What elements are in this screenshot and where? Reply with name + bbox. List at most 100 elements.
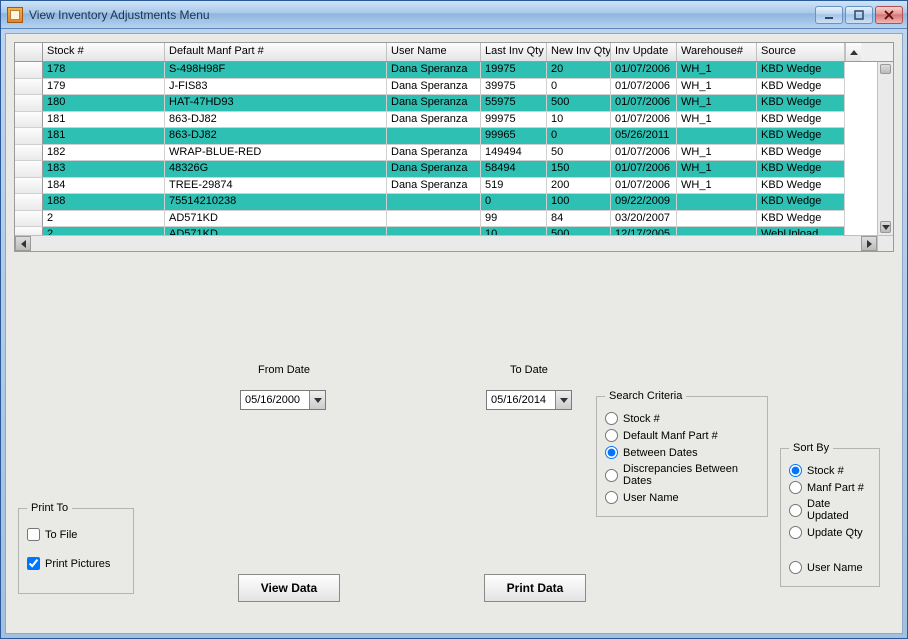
view-data-button[interactable]: View Data: [238, 574, 340, 602]
row-header[interactable]: [15, 194, 43, 211]
search-radio[interactable]: [605, 429, 618, 442]
cell[interactable]: 179: [43, 79, 165, 96]
cell[interactable]: 48326G: [165, 161, 387, 178]
cell[interactable]: 01/07/2006: [611, 161, 677, 178]
cell[interactable]: [387, 128, 481, 145]
grid-hscroll[interactable]: [15, 235, 893, 251]
cell[interactable]: 181: [43, 128, 165, 145]
col-user[interactable]: User Name: [387, 43, 481, 61]
sort-option[interactable]: Stock #: [789, 464, 871, 477]
cell[interactable]: Dana Speranza: [387, 79, 481, 96]
cell[interactable]: 01/07/2006: [611, 178, 677, 195]
vscroll-thumb[interactable]: [880, 64, 891, 74]
cell[interactable]: WH_1: [677, 95, 757, 112]
cell[interactable]: 99965: [481, 128, 547, 145]
row-header[interactable]: [15, 178, 43, 195]
cell[interactable]: AD571KD: [165, 211, 387, 228]
cell[interactable]: WH_1: [677, 79, 757, 96]
maximize-button[interactable]: [845, 6, 873, 24]
scroll-right-button[interactable]: [861, 236, 877, 251]
cell[interactable]: Dana Speranza: [387, 178, 481, 195]
sort-option[interactable]: Update Qty: [789, 526, 871, 539]
print-data-button[interactable]: Print Data: [484, 574, 586, 602]
cell[interactable]: Dana Speranza: [387, 112, 481, 129]
cell[interactable]: HAT-47HD93: [165, 95, 387, 112]
print-pictures-checkbox[interactable]: [27, 557, 40, 570]
from-date-input[interactable]: [241, 391, 309, 409]
col-manf-part[interactable]: Default Manf Part #: [165, 43, 387, 61]
table-row[interactable]: 18875514210238010009/22/2009KBD Wedge: [15, 194, 877, 211]
cell[interactable]: 10: [481, 227, 547, 235]
minimize-button[interactable]: [815, 6, 843, 24]
to-file-checkbox[interactable]: [27, 528, 40, 541]
hscroll-track[interactable]: [31, 236, 861, 251]
cell[interactable]: 01/07/2006: [611, 79, 677, 96]
cell[interactable]: Dana Speranza: [387, 145, 481, 162]
table-row[interactable]: 181863-DJ8299965005/26/2011KBD Wedge: [15, 128, 877, 145]
table-row[interactable]: 182WRAP-BLUE-REDDana Speranza1494945001/…: [15, 145, 877, 162]
cell[interactable]: 84: [547, 211, 611, 228]
cell[interactable]: KBD Wedge: [757, 79, 845, 96]
row-header[interactable]: [15, 95, 43, 112]
sort-option[interactable]: Date Updated: [789, 498, 871, 522]
cell[interactable]: KBD Wedge: [757, 161, 845, 178]
to-file-checkbox-row[interactable]: To File: [27, 528, 125, 541]
sort-radio[interactable]: [789, 481, 802, 494]
cell[interactable]: KBD Wedge: [757, 145, 845, 162]
cell[interactable]: 182: [43, 145, 165, 162]
cell[interactable]: Dana Speranza: [387, 161, 481, 178]
cell[interactable]: 75514210238: [165, 194, 387, 211]
cell[interactable]: 99: [481, 211, 547, 228]
search-option[interactable]: Stock #: [605, 412, 759, 425]
sort-option[interactable]: User Name: [789, 561, 871, 574]
cell[interactable]: 20: [547, 62, 611, 79]
scroll-up-button[interactable]: [845, 43, 861, 61]
search-option[interactable]: User Name: [605, 491, 759, 504]
cell[interactable]: 01/07/2006: [611, 112, 677, 129]
cell[interactable]: Dana Speranza: [387, 62, 481, 79]
col-source[interactable]: Source: [757, 43, 845, 61]
search-option[interactable]: Discrepancies Between Dates: [605, 463, 759, 487]
search-radio[interactable]: [605, 446, 618, 459]
cell[interactable]: KBD Wedge: [757, 178, 845, 195]
cell[interactable]: 58494: [481, 161, 547, 178]
cell[interactable]: 2: [43, 227, 165, 235]
table-row[interactable]: 180HAT-47HD93Dana Speranza5597550001/07/…: [15, 95, 877, 112]
search-radio[interactable]: [605, 491, 618, 504]
cell[interactable]: [677, 211, 757, 228]
cell[interactable]: 183: [43, 161, 165, 178]
grid-vscroll[interactable]: [877, 62, 893, 235]
table-row[interactable]: 2AD571KD1050012/17/2005WebUpload: [15, 227, 877, 235]
cell[interactable]: 500: [547, 227, 611, 235]
col-new-qty[interactable]: New Inv Qty: [547, 43, 611, 61]
cell[interactable]: [387, 227, 481, 235]
cell[interactable]: [387, 194, 481, 211]
sort-radio[interactable]: [789, 504, 802, 517]
table-row[interactable]: 179J-FIS83Dana Speranza39975001/07/2006W…: [15, 79, 877, 96]
print-pictures-checkbox-row[interactable]: Print Pictures: [27, 557, 125, 570]
search-radio[interactable]: [605, 412, 618, 425]
cell[interactable]: 100: [547, 194, 611, 211]
cell[interactable]: Dana Speranza: [387, 95, 481, 112]
cell[interactable]: 10: [547, 112, 611, 129]
cell[interactable]: 150: [547, 161, 611, 178]
cell[interactable]: WRAP-BLUE-RED: [165, 145, 387, 162]
close-button[interactable]: [875, 6, 903, 24]
sort-radio[interactable]: [789, 464, 802, 477]
col-stock[interactable]: Stock #: [43, 43, 165, 61]
cell[interactable]: 0: [481, 194, 547, 211]
cell[interactable]: 19975: [481, 62, 547, 79]
cell[interactable]: KBD Wedge: [757, 128, 845, 145]
cell[interactable]: 863-DJ82: [165, 112, 387, 129]
to-date-combo[interactable]: [486, 390, 572, 410]
cell[interactable]: 180: [43, 95, 165, 112]
inventory-grid[interactable]: Stock # Default Manf Part # User Name La…: [14, 42, 894, 252]
cell[interactable]: KBD Wedge: [757, 194, 845, 211]
cell[interactable]: [677, 128, 757, 145]
cell[interactable]: 09/22/2009: [611, 194, 677, 211]
cell[interactable]: 01/07/2006: [611, 145, 677, 162]
sort-radio[interactable]: [789, 561, 802, 574]
table-row[interactable]: 2AD571KD998403/20/2007KBD Wedge: [15, 211, 877, 228]
row-header[interactable]: [15, 227, 43, 235]
cell[interactable]: 0: [547, 79, 611, 96]
